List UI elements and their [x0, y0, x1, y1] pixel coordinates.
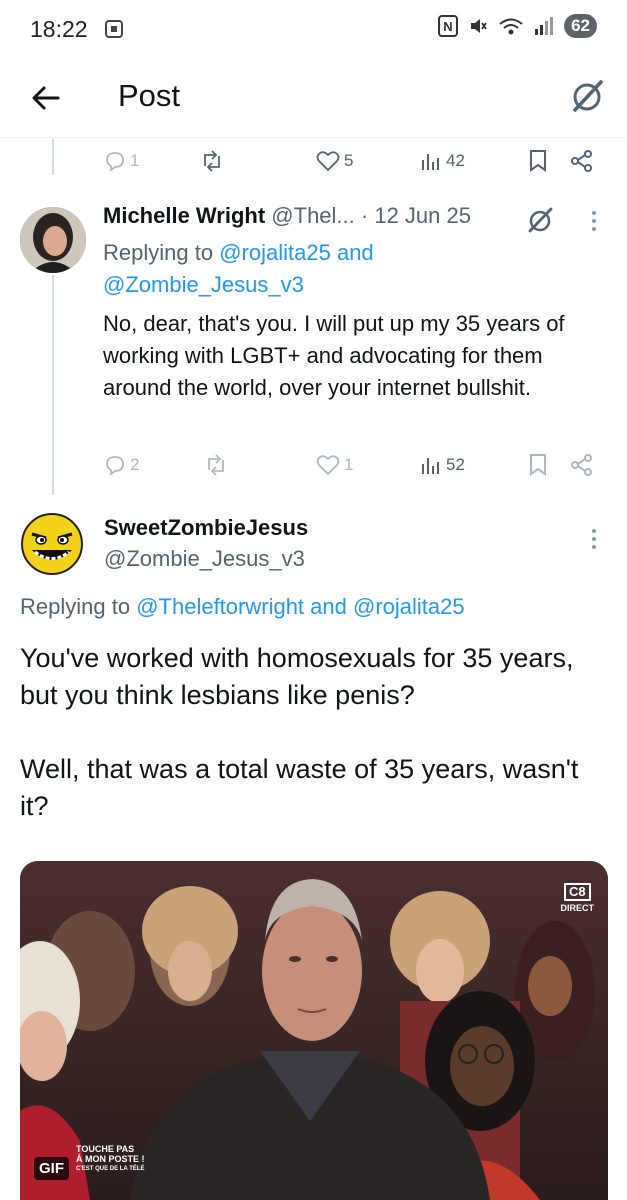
- avatar[interactable]: [20, 512, 84, 576]
- share-icon[interactable]: [570, 149, 594, 173]
- battery-indicator: 62: [564, 14, 597, 38]
- nfc-icon: N: [438, 15, 459, 37]
- replying-and: and: [336, 240, 374, 265]
- author-handle[interactable]: @Zombie_Jesus_v3: [104, 546, 305, 572]
- signal-icon: [535, 17, 554, 35]
- grok-icon[interactable]: [567, 76, 607, 116]
- retweet-icon: [208, 454, 224, 476]
- status-time: 18:22: [30, 16, 88, 42]
- bookmark-icon[interactable]: [528, 149, 548, 173]
- status-icons: N 62: [438, 14, 597, 38]
- channel-sub: DIRECT: [560, 903, 595, 913]
- action-bar: 2 1 52: [104, 450, 604, 480]
- like-count: 5: [344, 151, 354, 170]
- author-name[interactable]: Michelle Wright: [103, 203, 265, 228]
- show-logo-line: À MON POSTE !: [76, 1154, 145, 1164]
- reply-button[interactable]: 1: [104, 150, 139, 172]
- thread-line: [52, 275, 54, 495]
- views-count: 42: [446, 151, 465, 170]
- bookmark-icon[interactable]: [528, 453, 548, 477]
- reply-icon: [106, 152, 124, 172]
- avatar[interactable]: [20, 207, 86, 273]
- like-button[interactable]: 1: [316, 454, 353, 476]
- mention-link[interactable]: @Theleftorwright: [136, 594, 304, 619]
- retweet-icon: [204, 150, 220, 172]
- tweet-header: Michelle Wright @Thel... · 12 Jun 25: [103, 203, 471, 229]
- grok-icon[interactable]: [525, 205, 555, 235]
- tweet-date[interactable]: · 12 Jun 25: [361, 203, 471, 228]
- channel-name: C8: [563, 883, 591, 901]
- views-icon: [422, 458, 439, 474]
- replying-prefix: Replying to: [103, 240, 214, 265]
- show-logo-line: C'EST QUE DE LA TÉLÉ: [76, 1166, 145, 1172]
- mention-link[interactable]: @Zombie_Jesus_v3: [103, 272, 304, 297]
- heart-icon: [316, 151, 340, 172]
- like-count: 1: [344, 455, 354, 474]
- replying-to: Replying to @Theleftorwright and @rojali…: [20, 594, 465, 620]
- tweet-text: You've worked with homosexuals for 35 ye…: [20, 643, 579, 821]
- profile-photo: [20, 207, 86, 273]
- back-arrow-icon[interactable]: [28, 80, 64, 116]
- share-icon[interactable]: [570, 453, 594, 477]
- more-options-icon[interactable]: [584, 208, 604, 234]
- screenshot-icon: [105, 20, 123, 38]
- vibrate-icon: [471, 19, 487, 33]
- channel-logo: C8 DIRECT: [560, 883, 595, 914]
- show-logo-line: TOUCHE PAS: [76, 1144, 135, 1154]
- status-bar: 18:22 N 62: [0, 0, 627, 60]
- mention-link[interactable]: @rojalita25: [219, 240, 331, 265]
- tweet-text: No, dear, that's you. I will put up my 3…: [103, 311, 565, 400]
- author-handle[interactable]: @Thel...: [271, 203, 354, 228]
- replying-to: Replying to @rojalita25 and @Zombie_Jesu…: [103, 237, 583, 301]
- retweet-button[interactable]: [200, 150, 224, 172]
- reply-count: 1: [130, 151, 140, 170]
- reply-button[interactable]: 2: [104, 454, 139, 476]
- gif-badge: GIF: [34, 1157, 69, 1180]
- replying-prefix: Replying to: [20, 594, 131, 619]
- retweet-button[interactable]: [204, 454, 228, 476]
- mention-link[interactable]: @rojalita25: [353, 594, 465, 619]
- svg-text:N: N: [443, 19, 452, 34]
- reply-count: 2: [130, 455, 140, 474]
- author-name[interactable]: SweetZombieJesus: [104, 515, 308, 541]
- views-button[interactable]: 52: [420, 454, 465, 476]
- page-title: Post: [118, 78, 181, 113]
- more-options-icon[interactable]: [584, 526, 604, 552]
- replying-and: and: [310, 594, 347, 619]
- thread-line: [52, 139, 54, 175]
- wifi-icon: [499, 18, 523, 35]
- views-count: 52: [446, 455, 465, 474]
- tweet-media-gif[interactable]: C8 DIRECT TOUCHE PAS À MON POSTE ! C'EST…: [20, 861, 608, 1200]
- reply-icon: [106, 456, 124, 476]
- show-logo: TOUCHE PAS À MON POSTE ! C'EST QUE DE LA…: [76, 1144, 145, 1174]
- heart-icon: [316, 455, 340, 476]
- like-button[interactable]: 5: [316, 150, 353, 172]
- app-header: Post: [0, 62, 627, 138]
- action-bar: 1 5 42: [104, 146, 604, 176]
- views-icon: [422, 154, 439, 170]
- views-button[interactable]: 42: [420, 150, 465, 172]
